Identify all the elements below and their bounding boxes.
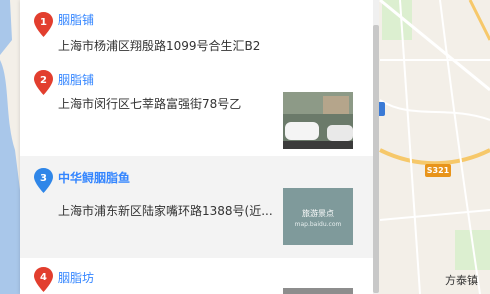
scrollbar-thumb[interactable] bbox=[373, 25, 379, 293]
map-pin-icon: 1 bbox=[34, 12, 53, 37]
result-address: 上海市浦东新区陆家嘴环路1388号(近... bbox=[58, 204, 273, 218]
result-thumbnail[interactable] bbox=[283, 92, 353, 149]
map-pin-icon: 2 bbox=[34, 70, 53, 95]
pin-number: 1 bbox=[40, 17, 47, 28]
search-results-panel: 1 胭脂铺 上海市杨浦区翔殷路1099号合生汇B2 2 胭脂铺 上海市闵行区七莘… bbox=[20, 0, 373, 294]
map-pin-icon: 4 bbox=[34, 267, 53, 292]
result-title[interactable]: 胭脂铺 bbox=[58, 71, 94, 88]
result-address: 上海市闵行区七莘路富强街78号乙 bbox=[58, 97, 242, 111]
result-address: 上海市杨浦区翔殷路1099号合生汇B2 bbox=[58, 39, 261, 53]
result-item-2[interactable]: 2 胭脂铺 上海市闵行区七莘路富强街78号乙 bbox=[20, 62, 373, 156]
road-route-tag: S321 bbox=[425, 164, 451, 177]
thumbnail-source: map.baidu.com bbox=[294, 221, 342, 228]
result-item-1[interactable]: 1 胭脂铺 上海市杨浦区翔殷路1099号合生汇B2 bbox=[20, 0, 373, 62]
result-thumbnail[interactable]: 旅游景点 map.baidu.com bbox=[283, 188, 353, 245]
map-pin-icon: 3 bbox=[34, 168, 53, 193]
result-item-4[interactable]: 4 胭脂坊 bbox=[20, 258, 373, 294]
pin-number: 2 bbox=[40, 75, 47, 86]
result-title[interactable]: 胭脂铺 bbox=[58, 11, 94, 28]
pin-number: 3 bbox=[40, 173, 47, 184]
result-title[interactable]: 中华鲟胭脂鱼 bbox=[58, 169, 130, 186]
result-thumbnail[interactable] bbox=[283, 288, 353, 294]
result-item-3[interactable]: 3 中华鲟胭脂鱼 上海市浦东新区陆家嘴环路1388号(近... 旅游景点 map… bbox=[20, 156, 373, 258]
pin-number: 4 bbox=[40, 272, 47, 283]
thumbnail-caption: 旅游景点 bbox=[302, 209, 334, 218]
town-label: 方泰镇 bbox=[445, 274, 478, 287]
result-title[interactable]: 胭脂坊 bbox=[58, 269, 94, 286]
